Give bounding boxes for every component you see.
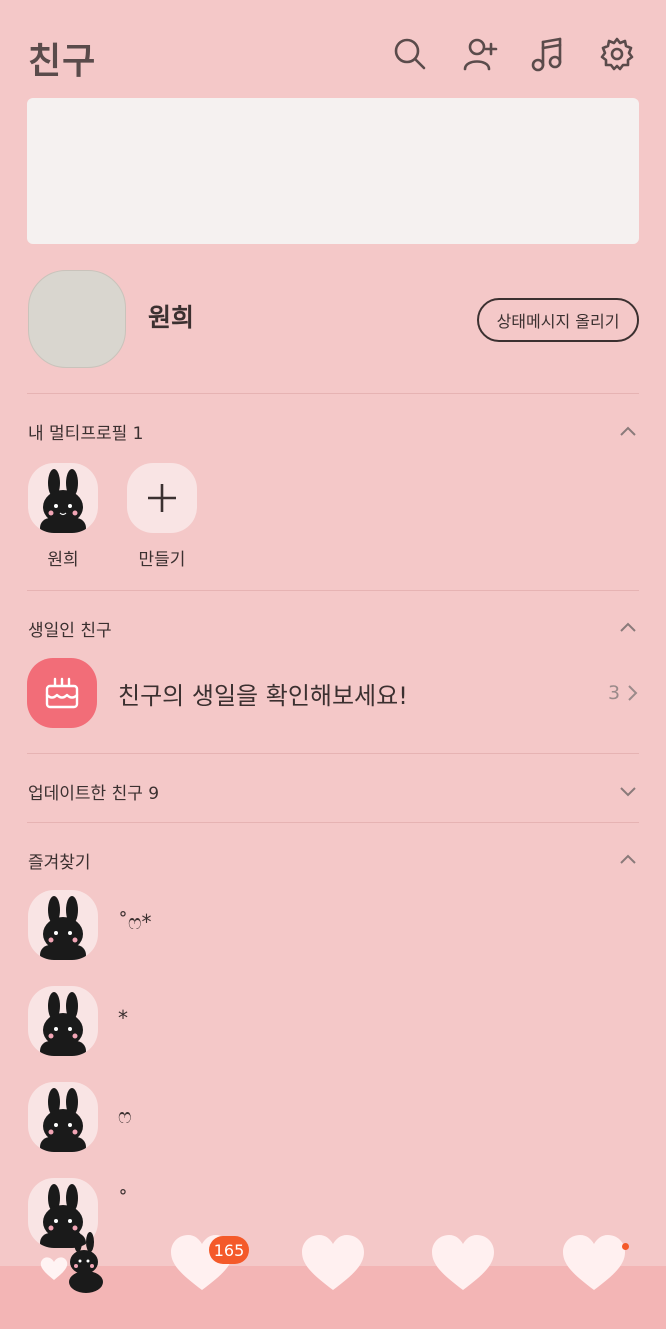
favorite-friend-avatar[interactable] [28,1082,98,1152]
favorite-friend-avatar[interactable] [28,986,98,1056]
divider [27,590,639,591]
my-profile-avatar[interactable] [28,270,126,368]
divider [27,753,639,754]
status-message-button[interactable]: 상태메시지 올리기 [477,298,639,342]
chevron-down-icon[interactable] [617,780,639,802]
chevron-up-icon[interactable] [617,616,639,638]
friends-tab-heart-bunny-icon[interactable] [36,1230,108,1294]
search-icon[interactable] [390,34,430,74]
page-title: 친구 [28,41,97,82]
settings-icon[interactable] [597,34,637,74]
birthday-cake-icon[interactable] [27,658,97,728]
divider [27,822,639,823]
more-tab-heart-icon[interactable] [559,1228,629,1298]
bunny-icon [40,896,86,960]
my-profile-name[interactable]: 원희 [148,298,194,334]
ad-banner[interactable] [27,98,639,244]
favorite-friend-name[interactable]: * [118,1006,128,1030]
chevron-up-icon[interactable] [617,420,639,442]
favorite-friend-name[interactable]: ෆ [118,1104,132,1128]
divider [27,393,639,394]
chevron-up-icon[interactable] [617,848,639,870]
create-multi-profile-button[interactable] [127,463,197,533]
birthday-count: 3 [608,682,621,704]
updated-friends-section-title[interactable]: 업데이트한 친구 9 [28,779,159,804]
bunny-icon [40,1088,86,1152]
bunny-icon [40,469,86,533]
favorite-friend-avatar[interactable] [28,890,98,960]
multi-profile-section-title: 내 멀티프로필 1 [28,424,144,444]
music-icon[interactable] [527,34,567,74]
birthday-section-title: 생일인 친구 [28,621,112,641]
header: 친구 [0,0,666,98]
multi-profile-label: 원희 [47,550,79,570]
bunny-icon [40,992,86,1056]
multi-profile-avatar[interactable] [28,463,98,533]
chevron-right-icon[interactable] [624,683,640,703]
favorite-friend-name[interactable]: ˚ෆ* [118,910,152,934]
create-label: 만들기 [138,550,186,570]
birthday-message[interactable]: 친구의 생일을 확인해보세요! [118,676,408,711]
favorites-section-title: 즐겨찾기 [28,853,91,873]
unread-count-badge: 165 [209,1236,249,1264]
favorite-friend-name[interactable]: ˚ [118,1188,128,1212]
add-friend-icon[interactable] [460,34,500,74]
shopping-tab-heart-icon[interactable] [428,1228,498,1298]
view-tab-heart-icon[interactable] [298,1228,368,1298]
plus-icon [148,484,176,512]
new-indicator-dot [622,1243,629,1250]
